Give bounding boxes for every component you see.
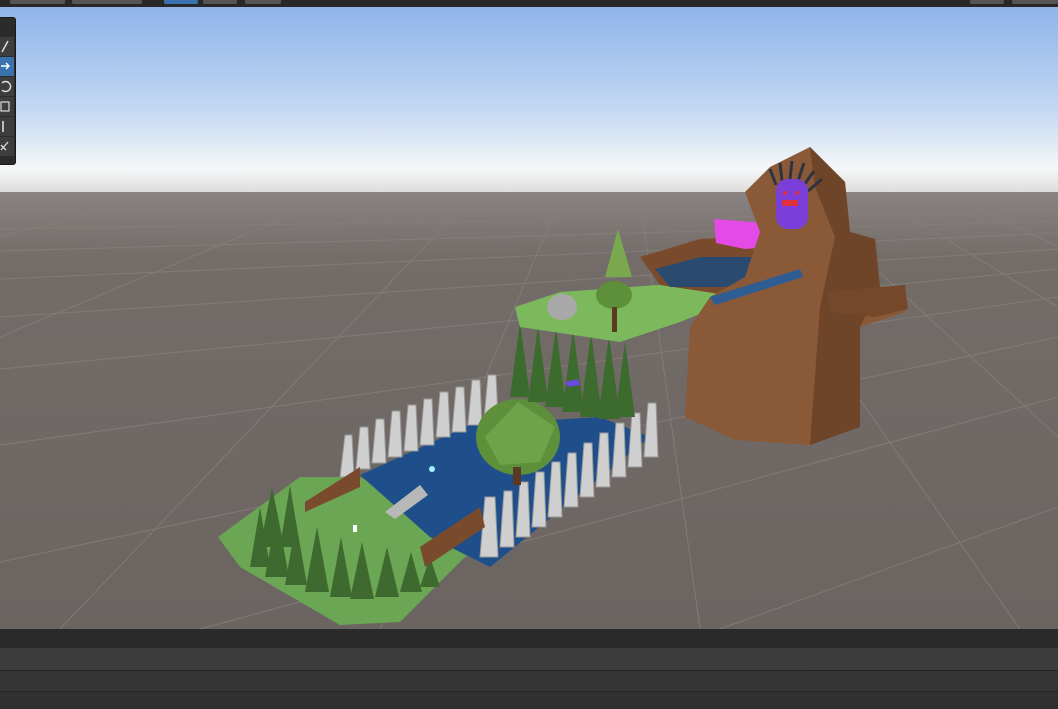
rect-transform-icon	[2, 121, 4, 132]
console-row	[0, 671, 1058, 692]
play-button[interactable]	[164, 0, 198, 4]
character-eye-right	[795, 191, 799, 195]
big-tree-trunk	[513, 467, 521, 485]
pause-button[interactable]	[203, 0, 237, 4]
round-tree-trunk	[612, 307, 617, 332]
step-button[interactable]	[245, 0, 281, 4]
move-tool[interactable]	[0, 57, 14, 76]
layers-dropdown[interactable]	[970, 0, 1004, 4]
rotate-icon	[1, 80, 12, 93]
rotate-tool[interactable]	[0, 77, 14, 96]
scene-tools-panel	[0, 17, 16, 165]
round-tree[interactable]	[596, 281, 632, 309]
view-tool[interactable]	[0, 37, 14, 56]
scene-view[interactable]	[0, 7, 1058, 629]
transform-tool[interactable]	[0, 137, 14, 156]
gem-pickup[interactable]	[429, 466, 435, 472]
layout-dropdown[interactable]	[1012, 0, 1058, 4]
white-pickup[interactable]	[353, 525, 357, 532]
scale-tool[interactable]	[0, 97, 14, 116]
character-eye-left	[783, 191, 787, 195]
editor-toolbar	[0, 0, 1058, 7]
toolbar-button-left-2[interactable]	[72, 0, 142, 4]
scene-canvas[interactable]	[0, 7, 1058, 629]
panel-tab-bar	[0, 629, 1058, 648]
character-mouth	[782, 200, 798, 206]
scale-icon	[0, 101, 10, 112]
toolbar-button-left[interactable]	[10, 0, 65, 4]
move-arrows-icon	[1, 62, 10, 70]
transform-icon	[0, 141, 9, 151]
hand-icon	[1, 40, 9, 53]
console-panel	[0, 629, 1058, 709]
sky	[0, 7, 1058, 197]
console-toolbar	[0, 648, 1058, 685]
boulder[interactable]	[547, 294, 577, 320]
rect-tool[interactable]	[0, 117, 14, 136]
console-status	[0, 692, 1058, 709]
